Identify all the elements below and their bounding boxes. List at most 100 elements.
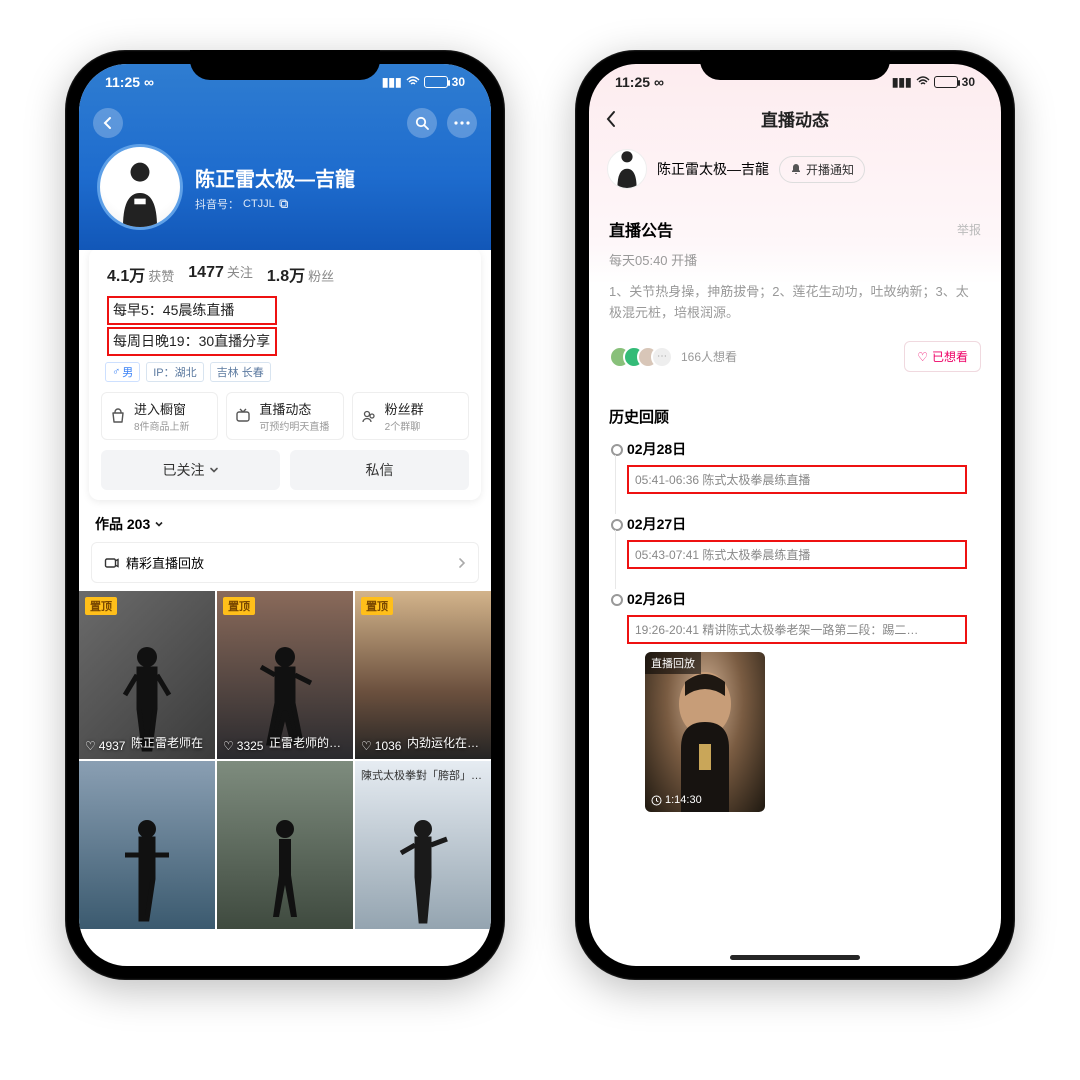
dm-button[interactable]: 私信	[290, 450, 469, 490]
heart-icon: ♡	[917, 350, 928, 364]
replay-tag: 直播回放	[645, 652, 701, 674]
male-icon: ♂	[112, 366, 120, 378]
history-section: 历史回顾 02月28日 05:41-06:36 陈式太极拳晨练直播 02月27日…	[609, 406, 981, 812]
fan-group[interactable]: 粉丝群2个群聊	[352, 392, 469, 440]
like-count: 3325	[237, 739, 264, 753]
back-button[interactable]	[605, 110, 617, 128]
like-count: 4937	[99, 739, 126, 753]
id-label: 抖音号：	[195, 196, 239, 212]
group-sub: 2个群聊	[385, 418, 424, 433]
video-caption: 陈正雷老师在	[125, 734, 215, 755]
notice-section: 直播公告 举报 每天05:40 开播 1、关节热身操，抻筋拔骨；2、莲花生动功，…	[609, 217, 981, 372]
video-caption: 陳式太极拳對「胯部」的要求	[355, 767, 491, 787]
live-title: 直播动态	[259, 399, 329, 418]
search-button[interactable]	[407, 108, 437, 138]
bag-icon	[108, 406, 128, 426]
history-entry[interactable]: 02月26日 19:26-20:41 精讲陈式太极拳老架一路第二段：踢二… 直播…	[609, 589, 981, 812]
battery-icon	[424, 76, 448, 88]
avatar[interactable]	[607, 149, 647, 189]
video-grid: 置顶 ♡4937 陈正雷老师在 置顶 ♡3325 正雷老师的综合 置顶 ♡103…	[79, 591, 491, 929]
seen-button[interactable]: ♡ 已想看	[904, 341, 981, 372]
live-sub: 可预约明天直播	[259, 418, 329, 433]
header-actions	[79, 100, 491, 138]
likes-label: 获赞	[148, 269, 174, 284]
home-indicator[interactable]	[220, 955, 350, 960]
followed-label: 已关注	[163, 460, 205, 480]
tv-icon	[233, 406, 253, 426]
fans-label: 粉丝	[308, 269, 334, 284]
screen-right: 11:25 ∞ ▮▮▮ 30 直播动态 陈正雷太极—吉龍 开播通知	[589, 64, 1001, 966]
notify-button[interactable]: 开播通知	[779, 156, 865, 183]
status-time: 11:25	[105, 74, 140, 90]
live-status[interactable]: 直播动态可预约明天直播	[226, 392, 343, 440]
caret-down-icon	[209, 465, 219, 475]
seen-label: 已想看	[932, 348, 968, 365]
gender-tag: ♂男	[105, 362, 140, 382]
wifi-icon	[916, 76, 930, 88]
location-tag: 吉林 长春	[210, 362, 271, 382]
bell-icon	[790, 163, 802, 175]
author-row: 陈正雷太极—吉龍 开播通知	[607, 149, 983, 189]
avatar[interactable]	[97, 144, 183, 230]
shop-sub: 8件商品上新	[134, 418, 190, 433]
video-caption: 正雷老师的综合	[263, 734, 353, 755]
viewer-avatars: ⋯	[609, 346, 673, 368]
chevron-right-icon	[458, 557, 466, 569]
followed-button[interactable]: 已关注	[101, 450, 280, 490]
screen-left: 11:25 ∞ ▮▮▮ 30	[79, 64, 491, 966]
more-button[interactable]	[447, 108, 477, 138]
caret-down-icon	[154, 519, 164, 529]
profile-header: 11:25 ∞ ▮▮▮ 30	[79, 64, 491, 250]
clock-icon	[651, 795, 662, 806]
battery-icon	[934, 76, 958, 88]
entry-date: 02月27日	[627, 514, 981, 534]
shop-title: 进入橱窗	[134, 399, 190, 418]
replay-duration: 1:14:30	[665, 794, 702, 806]
notice-body: 1、关节热身操，抻筋拔骨；2、莲花生动功，吐故纳新；3、太极混元桩，培根润源。	[609, 282, 981, 324]
page-title: 直播动态	[761, 106, 829, 131]
profile-name: 陈正雷太极—吉龍	[195, 163, 355, 192]
bio: 每早5：45晨练直播 每周日晚19：30直播分享	[107, 296, 463, 356]
video-5[interactable]	[217, 761, 353, 929]
copy-icon[interactable]	[279, 199, 289, 209]
ip-tag: IP：湖北	[146, 362, 203, 382]
video-icon	[104, 555, 120, 571]
heart-icon: ♡	[361, 739, 372, 753]
battery-pct: 30	[452, 75, 465, 89]
video-6[interactable]: 陳式太极拳對「胯部」的要求	[355, 761, 491, 929]
group-title: 粉丝群	[385, 399, 424, 418]
video-1[interactable]: 置顶 ♡4937 陈正雷老师在	[79, 591, 215, 759]
replay-label: 精彩直播回放	[126, 553, 204, 572]
stats-row[interactable]: 4.1万获赞 1477关注 1.8万粉丝	[101, 260, 469, 288]
bio-line-1: 每早5：45晨练直播	[107, 296, 277, 325]
notch	[700, 50, 890, 80]
home-indicator[interactable]	[730, 955, 860, 960]
notify-label: 开播通知	[806, 161, 854, 178]
user-tags: ♂男 IP：湖北 吉林 长春	[105, 362, 465, 382]
works-tab[interactable]: 作品 203	[95, 514, 475, 534]
video-2[interactable]: 置顶 ♡3325 正雷老师的综合	[217, 591, 353, 759]
group-icon	[359, 406, 379, 426]
phone-right: 11:25 ∞ ▮▮▮ 30 直播动态 陈正雷太极—吉龍 开播通知	[575, 50, 1015, 980]
heart-icon: ♡	[223, 739, 234, 753]
signal-icon: ▮▮▮	[382, 75, 402, 89]
want-count: 166人想看	[681, 348, 737, 365]
history-entry[interactable]: 02月28日 05:41-06:36 陈式太极拳晨练直播	[609, 439, 981, 494]
replay-bar[interactable]: 精彩直播回放	[91, 542, 479, 583]
id-value: CTJJL	[243, 198, 275, 210]
video-3[interactable]: 置顶 ♡1036 内劲运化在胸腰，折叠在脊	[355, 591, 491, 759]
report-link[interactable]: 举报	[957, 221, 981, 238]
video-4[interactable]	[79, 761, 215, 929]
shop-entry[interactable]: 进入橱窗8件商品上新	[101, 392, 218, 440]
back-button[interactable]	[93, 108, 123, 138]
replay-thumb[interactable]: 直播回放 1:14:30	[645, 652, 765, 812]
heart-icon: ♡	[85, 739, 96, 753]
infinity-icon: ∞	[654, 74, 664, 90]
like-count: 1036	[375, 739, 402, 753]
dm-label: 私信	[366, 460, 394, 480]
history-entry[interactable]: 02月27日 05:43-07:41 陈式太极拳晨练直播	[609, 514, 981, 569]
notice-title: 直播公告	[609, 217, 673, 241]
fans-count: 1.8万	[267, 268, 305, 285]
bio-line-2: 每周日晚19：30直播分享	[107, 327, 277, 356]
profile-card: 4.1万获赞 1477关注 1.8万粉丝 每早5：45晨练直播 每周日晚19：3…	[89, 248, 481, 500]
